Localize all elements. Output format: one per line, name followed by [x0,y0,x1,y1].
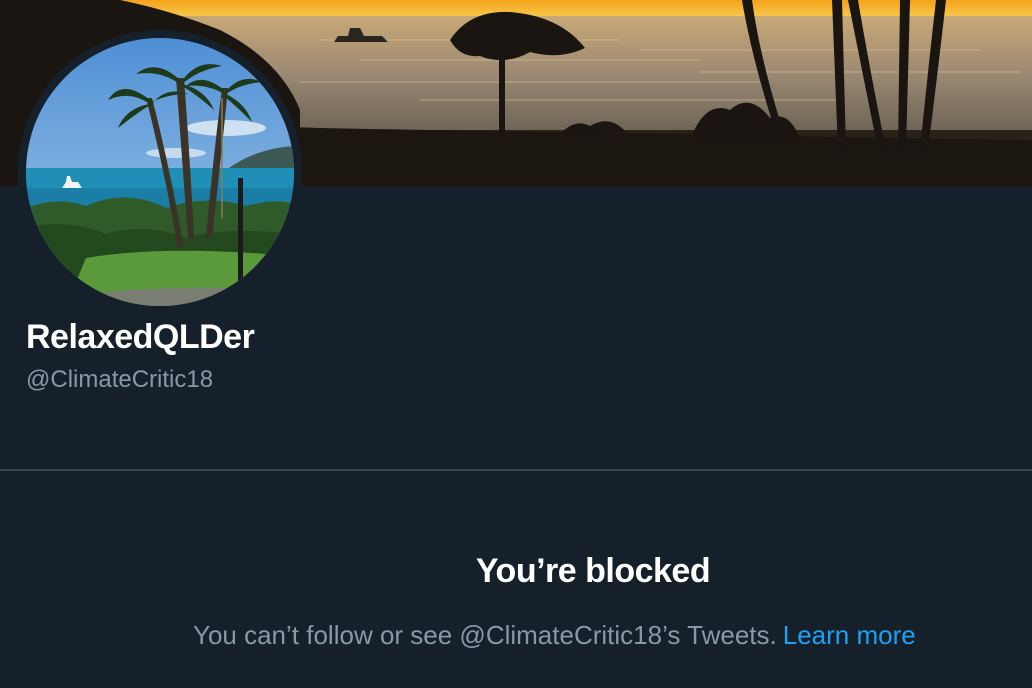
profile-display-name: RelaxedQLDer [26,318,255,356]
learn-more-link[interactable]: Learn more [783,620,916,650]
profile-handle: @ClimateCritic18 [26,366,214,393]
avatar-photo [26,38,294,306]
blocked-message: You can’t follow or see @ClimateCritic18… [193,620,916,651]
profile-avatar[interactable] [18,30,302,314]
blocked-title: You’re blocked [475,552,711,590]
profile-page: RelaxedQLDer @ClimateCritic18 You’re blo… [0,0,1032,688]
section-divider [0,469,1032,471]
blocked-message-text: You can’t follow or see @ClimateCritic18… [193,620,777,650]
